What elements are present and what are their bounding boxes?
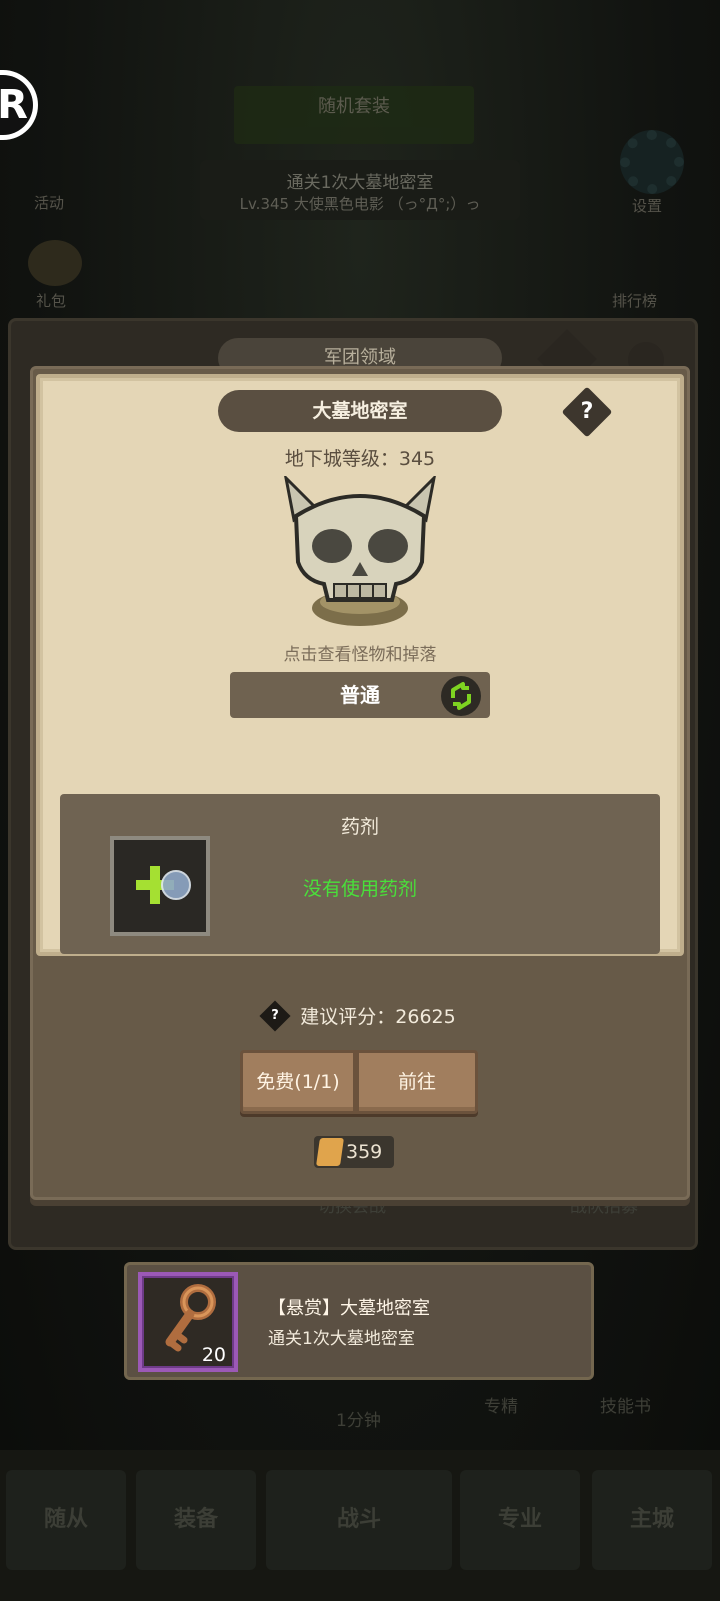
bg-left-label-1: 活动: [34, 194, 65, 212]
bg-mid-label-1: 专精: [484, 1397, 518, 1417]
nav-followers: 随从: [6, 1470, 126, 1570]
bg-quest-title: 通关1次大墓地密室: [286, 173, 434, 193]
bg-right-label-2: 排行榜: [612, 292, 658, 310]
bg-right-label-1: 设置: [632, 197, 663, 215]
recommended-score: 建议评分：26625: [300, 1006, 456, 1028]
dungeon-level: 地下城等级：345: [284, 448, 436, 470]
bg-bag-icon: [28, 240, 82, 286]
recommended-score-row: ? 建议评分：26625: [0, 999, 720, 1032]
reward-count: 20: [201, 1344, 226, 1366]
scroll-ticket-icon: [316, 1138, 344, 1166]
dungeon-title: 大墓地密室: [218, 390, 502, 432]
potion-title: 药剂: [340, 816, 379, 838]
view-monsters-hint[interactable]: 点击查看怪物和掉落: [0, 640, 720, 665]
nav-equipment: 装备: [136, 1470, 256, 1570]
nav-battle: 战斗: [266, 1470, 452, 1570]
bg-left-label-2: 礼包: [36, 292, 67, 310]
bg-quest-sub: Lv.345 大使黑色电影 （っ°Д°;）っ: [239, 195, 481, 213]
ticket-count: 359: [346, 1141, 383, 1163]
bg-quest-bar: 通关1次大墓地密室 Lv.345 大使黑色电影 （っ°Д°;）っ: [200, 160, 520, 220]
swap-difficulty-icon[interactable]: [441, 676, 481, 716]
add-potion-slot[interactable]: [110, 836, 210, 936]
bg-gear-icon: [620, 130, 684, 194]
bg-timer: 1分钟: [336, 1411, 381, 1431]
nav-main-city: 主城: [592, 1470, 712, 1570]
add-potion-icon: [136, 866, 191, 904]
potion-status: 没有使用药剂: [302, 878, 417, 900]
score-help-icon[interactable]: ?: [259, 999, 291, 1032]
bg-mid-label-2: 技能书: [600, 1397, 651, 1417]
help-icon[interactable]: ?: [569, 394, 605, 430]
go-button[interactable]: 前往: [356, 1050, 478, 1114]
nav-profession: 专业: [460, 1470, 580, 1570]
free-entry-button[interactable]: 免费(1/1): [240, 1050, 356, 1114]
reward-title: 【悬赏】大墓地密室: [268, 1298, 430, 1319]
bg-top-button-label: 随机套装: [318, 96, 390, 117]
reward-desc: 通关1次大墓地密室: [268, 1329, 415, 1349]
boss-skull-icon[interactable]: [276, 473, 444, 636]
bg-top-button: 随机套装: [234, 86, 474, 144]
